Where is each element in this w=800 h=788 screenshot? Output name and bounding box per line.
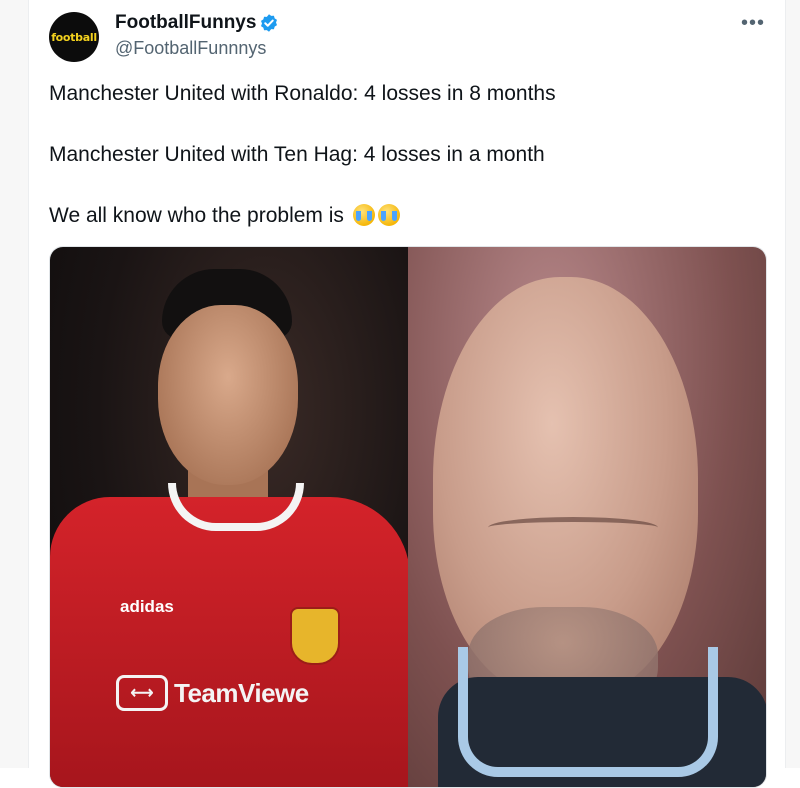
club-crest-icon [290, 607, 340, 665]
tweet-media[interactable]: adidas ⟷ TeamViewe [49, 246, 767, 788]
player-shirt [50, 497, 408, 787]
verified-badge-icon [261, 14, 278, 32]
sponsor-arrows-icon: ⟷ [116, 675, 168, 711]
tweet-card[interactable]: football FootballFunnys @FootballFunnnys… [28, 0, 786, 788]
tweet-text-line-3-text: We all know who the problem is [49, 204, 344, 227]
avatar-logo: football [51, 30, 97, 44]
display-name[interactable]: FootballFunnys [115, 12, 256, 34]
player-face [158, 305, 298, 485]
author-handle[interactable]: @FootballFunnnys [115, 38, 266, 59]
sponsor-text: TeamViewe [174, 677, 309, 708]
more-horizontal-icon[interactable]: ••• [741, 12, 765, 35]
manager-collar [458, 647, 718, 777]
tweet-text-line-1: Manchester United with Ronaldo: 4 losses… [49, 82, 556, 105]
shirt-sponsor: ⟷ TeamViewe [116, 675, 309, 711]
loudly-crying-face-icon [352, 204, 375, 226]
page-margin-left [0, 0, 28, 768]
media-image-left[interactable]: adidas ⟷ TeamViewe [50, 247, 408, 787]
avatar[interactable]: football [49, 12, 99, 62]
page-margin-right [784, 0, 800, 768]
manager-eyes [488, 517, 658, 538]
tweet-text-line-3: We all know who the problem is [49, 204, 400, 228]
media-image-right[interactable] [408, 247, 766, 787]
shirt-brand-logo: adidas [120, 597, 174, 616]
tweet-text-line-2: Manchester United with Ten Hag: 4 losses… [49, 143, 545, 166]
author-name-row[interactable]: FootballFunnys [115, 12, 279, 34]
loudly-crying-face-icon [377, 204, 400, 226]
